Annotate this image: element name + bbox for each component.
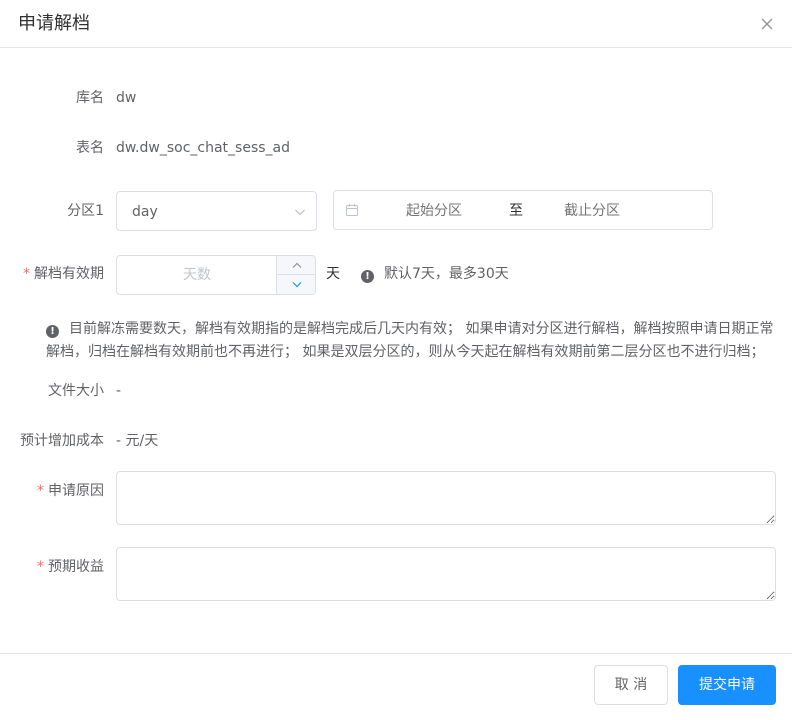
expected-benefit-textarea[interactable] (116, 547, 776, 601)
db-name-label: 库名 (76, 90, 104, 106)
chevron-up-icon (292, 262, 302, 268)
info-circle-icon: ! (46, 325, 59, 338)
validity-days-input[interactable] (117, 256, 277, 294)
estimated-cost-label: 预计增加成本 (20, 433, 104, 449)
expected-benefit-label-text: 预期收益 (48, 559, 104, 575)
validity-hint-text: 默认7天，最多30天 (384, 266, 509, 282)
validity-label-text: 解档有效期 (34, 266, 104, 282)
increase-button[interactable] (277, 256, 315, 275)
decrease-button[interactable] (277, 275, 315, 294)
file-size-value: - (116, 383, 122, 399)
range-end-input[interactable] (534, 201, 650, 221)
dialog-header: 申请解档 (0, 0, 792, 48)
dialog-title: 申请解档 (18, 13, 90, 34)
required-mark: * (37, 483, 44, 499)
unarchive-notice: ! 目前解冻需要数天，解档有效期指的是解档完成后几天内有效； 如果申请对分区进行解… (46, 318, 776, 364)
range-separator: 至 (509, 203, 523, 219)
partition-label: 分区1 (67, 203, 104, 219)
close-icon[interactable] (760, 17, 774, 31)
range-start-input[interactable] (374, 201, 494, 221)
table-name-value: dw.dw_soc_chat_sess_ad (116, 140, 290, 156)
submit-button[interactable]: 提交申请 (678, 665, 776, 705)
partition-range-picker[interactable]: 至 (333, 190, 713, 230)
db-name-value: dw (116, 90, 137, 106)
calendar-icon (345, 203, 359, 217)
validity-unit: 天 (326, 266, 340, 282)
partition-select-value: day (132, 204, 158, 220)
reason-label-text: 申请原因 (48, 483, 104, 499)
file-size-label: 文件大小 (48, 383, 104, 399)
info-circle-icon: ! (361, 270, 374, 283)
apply-unarchive-dialog: 申请解档 库名 dw 表名 dw.dw_soc_chat_sess_ad 分区1… (0, 0, 792, 720)
estimated-cost-value: - 元/天 (116, 433, 159, 449)
validity-label: * 解档有效期 (23, 264, 104, 284)
table-name-label: 表名 (76, 140, 104, 156)
expected-benefit-label: * 预期收益 (37, 557, 104, 577)
validity-hint: ! 默认7天，最多30天 (361, 264, 509, 284)
required-mark: * (23, 266, 30, 282)
dialog-footer: 取 消 提交申请 (0, 653, 792, 720)
partition-select[interactable]: day (116, 191, 317, 231)
required-mark: * (37, 559, 44, 575)
reason-textarea[interactable] (116, 471, 776, 525)
stepper-controls (276, 256, 315, 294)
chevron-down-icon (292, 282, 302, 288)
validity-number-input (116, 255, 316, 295)
notice-text: 目前解冻需要数天，解档有效期指的是解档完成后几天内有效； 如果申请对分区进行解档… (46, 321, 774, 360)
chevron-down-icon (294, 206, 306, 218)
reason-label: * 申请原因 (37, 481, 104, 501)
cancel-button[interactable]: 取 消 (594, 665, 668, 705)
